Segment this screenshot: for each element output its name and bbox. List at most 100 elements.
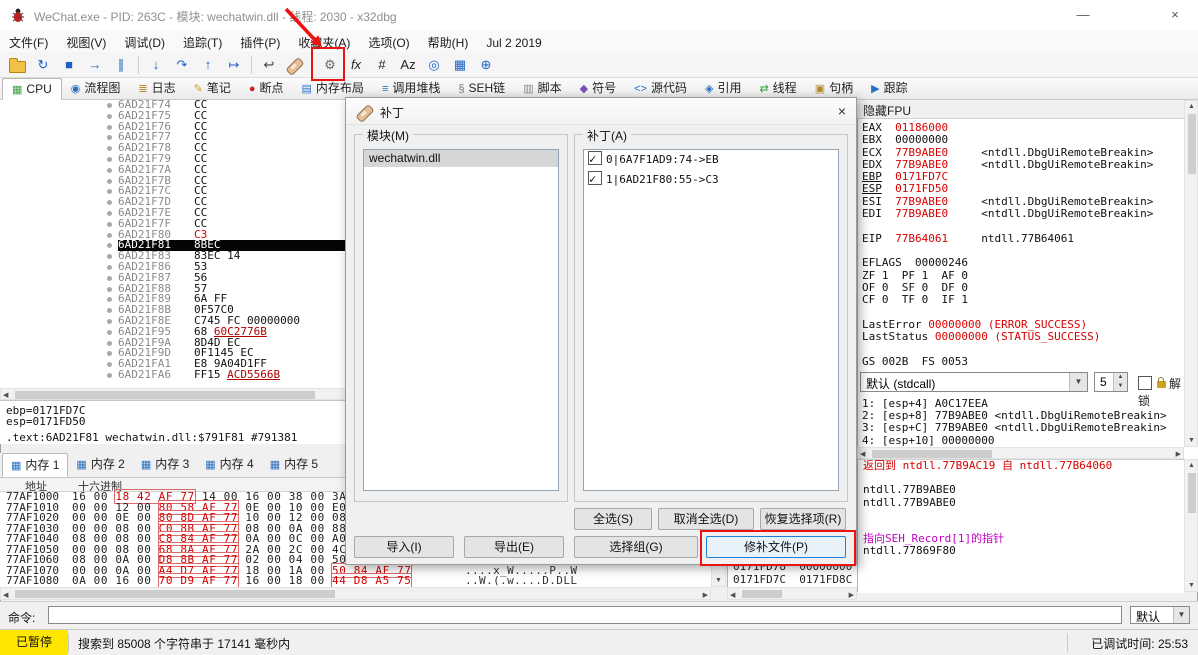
stack-comment-line[interactable] bbox=[858, 509, 1184, 521]
find-strings-icon[interactable]: ◎ bbox=[422, 54, 446, 76]
export-button[interactable]: 导出(E) bbox=[464, 536, 564, 558]
dump-row[interactable]: 77AF1080 0A 00 16 00 70 D9 AF 77 16 00 18… bbox=[0, 573, 711, 587]
stack-row[interactable]: 0171FD7C 0171FD8C bbox=[733, 573, 852, 586]
chevron-down-icon[interactable]: ▼ bbox=[1069, 373, 1087, 391]
menu-item-favourites[interactable]: 收藏夹(A) bbox=[289, 30, 359, 52]
scroll-left-icon[interactable]: ◀ bbox=[730, 591, 735, 599]
stop-icon[interactable]: ■ bbox=[57, 54, 81, 76]
patch-list-item[interactable]: 1|6AD21F80:55->C3 bbox=[584, 170, 838, 190]
hash-icon[interactable]: # bbox=[370, 54, 394, 76]
restore-selection-button[interactable]: 恢复选择项(R) bbox=[760, 508, 846, 530]
close-button[interactable]: × bbox=[1152, 0, 1198, 30]
patch-file-button[interactable]: 修补文件(P) bbox=[706, 536, 846, 558]
menu-item-debug[interactable]: 调试(D) bbox=[115, 30, 174, 52]
tab-breakpoints[interactable]: ● 断点 bbox=[240, 78, 293, 99]
hide-fpu-button[interactable]: 隐藏FPU bbox=[857, 100, 1184, 119]
tab-threads[interactable]: ⇄ 线程 bbox=[750, 78, 805, 99]
scroll-right-icon[interactable]: ▶ bbox=[703, 591, 708, 599]
tab-symbols[interactable]: ◆ 符号 bbox=[571, 78, 625, 99]
checkbox-icon[interactable] bbox=[588, 170, 602, 188]
tab-memory-map[interactable]: ▤ 内存布局 bbox=[293, 78, 373, 99]
tab-graph[interactable]: ◉ 流程图 bbox=[62, 78, 130, 99]
dump-hscrollbar[interactable]: ◀ ▶ bbox=[0, 587, 711, 600]
scroll-up-icon[interactable]: ▲ bbox=[1188, 462, 1195, 469]
tab-call-stack[interactable]: ≡ 调用堆栈 bbox=[373, 78, 449, 99]
fx-icon[interactable]: fx bbox=[344, 54, 368, 76]
run-icon[interactable]: → bbox=[83, 54, 107, 76]
comments-vscrollbar[interactable]: ▲ ▼ bbox=[1184, 459, 1198, 592]
arguments-panel[interactable]: 1: [esp+4] A0C17EEA 2: [esp+8] 77B9ABE0 <… bbox=[862, 397, 1182, 447]
dump-tab-5[interactable]: ▦ 内存 5 bbox=[262, 453, 326, 476]
menu-item-options[interactable]: 选项(O) bbox=[359, 30, 418, 52]
scroll-thumb[interactable] bbox=[1188, 114, 1196, 174]
checkbox-icon[interactable] bbox=[1138, 376, 1152, 390]
run-to-user-code-icon[interactable]: ↦ bbox=[222, 54, 246, 76]
dump-tab-2[interactable]: ▦ 内存 2 bbox=[68, 453, 132, 476]
patch-icon[interactable] bbox=[283, 54, 307, 77]
dialog-close-icon[interactable]: × bbox=[838, 103, 846, 119]
step-out-icon[interactable]: ↑ bbox=[196, 54, 220, 76]
step-into-icon[interactable]: ↓ bbox=[144, 54, 168, 76]
menu-item-view[interactable]: 视图(V) bbox=[57, 30, 115, 52]
command-script-select[interactable]: 默认 ▼ bbox=[1130, 606, 1190, 624]
menu-item-file[interactable]: 文件(F) bbox=[0, 30, 57, 52]
command-input[interactable] bbox=[48, 606, 1122, 624]
registers-panel[interactable]: EAX 01186000 EBX 00000000 ECX 77B9ABE0 <nt… bbox=[862, 121, 1182, 368]
tab-log[interactable]: ≣ 日志 bbox=[129, 78, 184, 99]
register-line[interactable]: CF 0 TF 0 IF 1 bbox=[862, 294, 1182, 306]
tab-trace[interactable]: ▶ 跟踪 bbox=[862, 78, 916, 99]
scroll-thumb[interactable] bbox=[15, 391, 315, 399]
patch-list-item[interactable]: 0|6A7F1AD9:74->EB bbox=[584, 150, 838, 170]
tab-source[interactable]: <> 源代码 bbox=[625, 78, 696, 99]
stepper-arrows-icon[interactable]: ▲ ▼ bbox=[1113, 373, 1127, 391]
scroll-left-icon[interactable]: ◀ bbox=[860, 450, 865, 458]
scroll-thumb[interactable] bbox=[872, 450, 992, 458]
module-list-item[interactable]: wechatwin.dll bbox=[364, 150, 558, 167]
scroll-thumb[interactable] bbox=[15, 590, 335, 598]
memory-map-icon[interactable]: ▦ bbox=[448, 54, 472, 76]
scroll-down-icon[interactable]: ▼ bbox=[1188, 582, 1195, 589]
menu-item-trace[interactable]: 追踪(T) bbox=[174, 30, 231, 52]
deselect-all-button[interactable]: 取消全选(D) bbox=[658, 508, 754, 530]
register-line[interactable]: EIP 77B64061 ntdll.77B64061 bbox=[862, 232, 1182, 245]
argument-count-stepper[interactable]: 5 ▲ ▼ bbox=[1094, 372, 1128, 392]
dump-tab-1[interactable]: ▦ 内存 1 bbox=[2, 453, 69, 477]
minimize-button[interactable]: — bbox=[1060, 0, 1106, 30]
scroll-thumb[interactable] bbox=[742, 590, 782, 598]
dump-tab-4[interactable]: ▦ 内存 4 bbox=[197, 453, 261, 476]
stack-comment-line[interactable]: ntdll.77869F80 bbox=[858, 545, 1184, 557]
checkbox-icon[interactable] bbox=[588, 150, 602, 168]
menu-item-help[interactable]: 帮助(H) bbox=[419, 30, 478, 52]
registers-hscrollbar[interactable]: ◀ ▶ bbox=[857, 447, 1184, 459]
chevron-down-icon[interactable]: ▼ bbox=[1173, 607, 1189, 623]
import-button[interactable]: 导入(I) bbox=[354, 536, 454, 558]
scroll-up-icon[interactable]: ▲ bbox=[1188, 103, 1195, 110]
stack-comment-line[interactable]: 返回到 ntdll.77B9AC19 自 ntdll.77B64060 bbox=[858, 460, 1184, 472]
tab-script[interactable]: ▥ 脚本 bbox=[514, 78, 570, 99]
tab-notes[interactable]: ✎ 笔记 bbox=[185, 78, 240, 99]
tab-seh[interactable]: § SEH链 bbox=[449, 78, 514, 99]
scroll-right-icon[interactable]: ▶ bbox=[849, 591, 854, 599]
tab-handles[interactable]: ▣ 句柄 bbox=[806, 78, 862, 99]
tab-references[interactable]: ◈ 引用 bbox=[696, 78, 750, 99]
scroll-thumb[interactable] bbox=[1188, 473, 1196, 513]
patches-list[interactable]: 0|6A7F1AD9:74->EB 1|6AD21F80:55->C3 bbox=[583, 149, 839, 491]
modules-list[interactable]: wechatwin.dll bbox=[363, 149, 559, 491]
execute-till-return-icon[interactable]: ↩ bbox=[257, 54, 281, 76]
stack-hscrollbar[interactable]: ◀ ▶ bbox=[727, 587, 857, 600]
argument-line[interactable]: 3: [esp+C] 77B9ABE0 <ntdll.DbgUiRemoteBr… bbox=[862, 422, 1182, 434]
argument-line[interactable]: 4: [esp+10] 00000000 bbox=[862, 434, 1182, 447]
internet-icon[interactable]: ⊕ bbox=[474, 54, 498, 76]
menu-item-plugins[interactable]: 插件(P) bbox=[231, 30, 289, 52]
scroll-down-icon[interactable]: ▼ bbox=[1188, 437, 1195, 444]
tab-cpu[interactable]: ▦ CPU bbox=[2, 78, 62, 100]
pause-icon[interactable]: ∥ bbox=[109, 54, 133, 76]
stack-comment-line[interactable]: ntdll.77B9ABE0 bbox=[858, 496, 1184, 509]
preferences-icon[interactable]: ⚙ bbox=[318, 54, 342, 76]
az-icon[interactable]: Az bbox=[396, 54, 420, 76]
registers-vscrollbar[interactable]: ▲ ▼ bbox=[1184, 100, 1198, 447]
scroll-down-icon[interactable]: ▼ bbox=[715, 577, 722, 584]
stack-comment-line[interactable]: ntdll.77B9ABE0 bbox=[858, 484, 1184, 496]
register-line[interactable]: LastStatus 00000000 (STATUS_SUCCESS) bbox=[862, 330, 1182, 343]
dump-tab-3[interactable]: ▦ 内存 3 bbox=[133, 453, 197, 476]
